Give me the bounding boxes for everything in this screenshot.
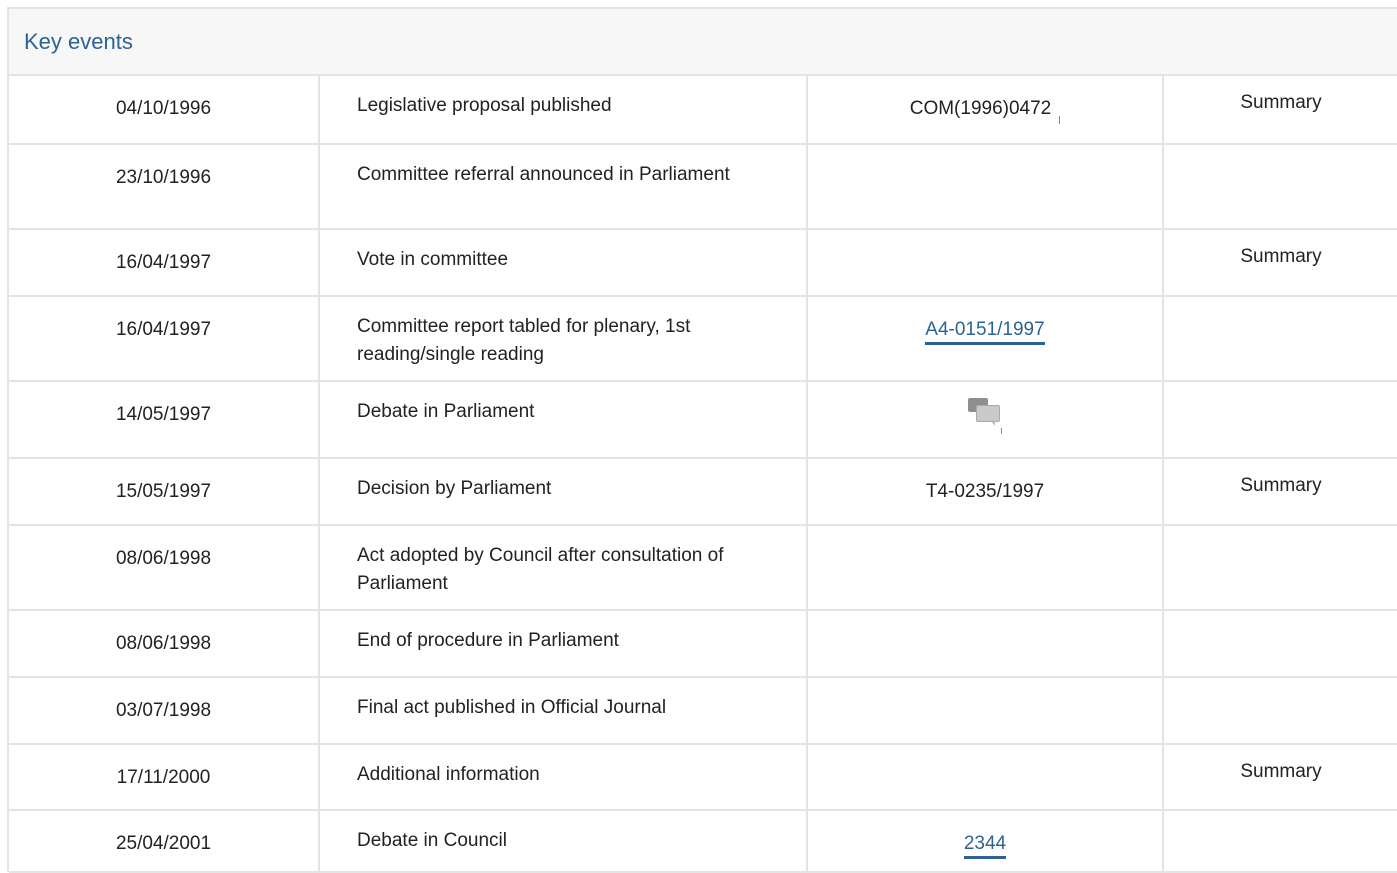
reference-link[interactable]: A4-0151/1997 bbox=[925, 319, 1045, 345]
event-description: Vote in committee bbox=[319, 229, 808, 297]
event-date: 08/06/1998 bbox=[9, 610, 320, 678]
event-description: Committee referral announced in Parliame… bbox=[319, 144, 808, 230]
table-row: 14/05/1997 Debate in Parliament bbox=[9, 381, 1397, 459]
event-reference-cell: 2344 bbox=[807, 810, 1164, 873]
event-description: End of procedure in Parliament bbox=[319, 610, 808, 678]
summary-cell bbox=[1163, 525, 1397, 611]
summary-link[interactable]: Summary bbox=[1240, 475, 1321, 496]
event-description: Legislative proposal published bbox=[319, 76, 808, 145]
event-reference-cell bbox=[807, 144, 1164, 230]
reference-text: COM(1996)0472 bbox=[909, 98, 1052, 119]
event-reference-cell: A4-0151/1997 bbox=[807, 296, 1164, 382]
event-date: 14/05/1997 bbox=[9, 381, 320, 459]
summary-cell bbox=[1163, 381, 1397, 459]
summary-link[interactable]: Summary bbox=[1240, 761, 1321, 782]
panel-header: Key events bbox=[9, 9, 1397, 76]
summary-cell bbox=[1163, 296, 1397, 382]
table-row: 08/06/1998 Act adopted by Council after c… bbox=[9, 525, 1397, 611]
event-date: 04/10/1996 bbox=[9, 76, 320, 145]
table-row: 03/07/1998 Final act published in Officia… bbox=[9, 677, 1397, 745]
event-date: 16/04/1997 bbox=[9, 229, 320, 297]
summary-cell bbox=[1163, 144, 1397, 230]
event-reference-cell bbox=[807, 610, 1164, 678]
event-reference-cell: COM(1996)0472 bbox=[807, 76, 1164, 145]
panel-title: Key events bbox=[24, 28, 133, 54]
reference-link[interactable]: 2344 bbox=[963, 833, 1007, 859]
event-reference-cell bbox=[807, 381, 1164, 459]
event-description: Committee report tabled for plenary, 1st… bbox=[319, 296, 808, 382]
event-date: 17/11/2000 bbox=[9, 744, 320, 811]
event-date: 03/07/1998 bbox=[9, 677, 320, 745]
event-description: Act adopted by Council after consultatio… bbox=[319, 525, 808, 611]
event-reference-cell: T4-0235/1997 bbox=[807, 458, 1164, 526]
summary-cell: Summary bbox=[1163, 744, 1397, 811]
summary-link[interactable]: Summary bbox=[1240, 92, 1321, 113]
table-row: 16/04/1997 Committee report tabled for pl… bbox=[9, 296, 1397, 382]
event-description: Final act published in Official Journal bbox=[319, 677, 808, 745]
summary-cell bbox=[1163, 810, 1397, 873]
summary-cell bbox=[1163, 677, 1397, 745]
table-row: 04/10/1996 Legislative proposal published… bbox=[9, 76, 1397, 145]
table-row: 08/06/1998 End of procedure in Parliament bbox=[9, 610, 1397, 678]
table-row: 25/04/2001 Debate in Council 2344 bbox=[9, 810, 1397, 873]
table-row: 17/11/2000 Additional information Summary bbox=[9, 744, 1397, 811]
summary-cell: Summary bbox=[1163, 229, 1397, 297]
event-reference-cell bbox=[807, 744, 1164, 811]
event-date: 08/06/1998 bbox=[9, 525, 320, 611]
table-row: 16/04/1997 Vote in committee Summary bbox=[9, 229, 1397, 297]
key-events-table: 04/10/1996 Legislative proposal published… bbox=[9, 76, 1397, 873]
external-link-icon[interactable] bbox=[1059, 116, 1061, 124]
event-description: Decision by Parliament bbox=[319, 458, 808, 526]
event-description: Debate in Parliament bbox=[319, 381, 808, 459]
key-events-panel: Key events 04/10/1996 Legislative proposa… bbox=[7, 7, 1397, 873]
summary-cell bbox=[1163, 610, 1397, 678]
event-date: 15/05/1997 bbox=[9, 458, 320, 526]
event-description: Additional information bbox=[319, 744, 808, 811]
table-row: 15/05/1997 Decision by Parliament T4-0235/… bbox=[9, 458, 1397, 526]
event-reference-cell bbox=[807, 525, 1164, 611]
reference-text: T4-0235/1997 bbox=[925, 481, 1045, 502]
event-date: 16/04/1997 bbox=[9, 296, 320, 382]
debate-icon[interactable] bbox=[968, 398, 1002, 434]
summary-cell: Summary bbox=[1163, 458, 1397, 526]
event-description: Debate in Council bbox=[319, 810, 808, 873]
event-date: 23/10/1996 bbox=[9, 144, 320, 230]
event-date: 25/04/2001 bbox=[9, 810, 320, 873]
summary-cell: Summary bbox=[1163, 76, 1397, 145]
event-reference-cell bbox=[807, 229, 1164, 297]
event-reference-cell bbox=[807, 677, 1164, 745]
table-row: 23/10/1996 Committee referral announced i… bbox=[9, 144, 1397, 230]
summary-link[interactable]: Summary bbox=[1240, 246, 1321, 267]
